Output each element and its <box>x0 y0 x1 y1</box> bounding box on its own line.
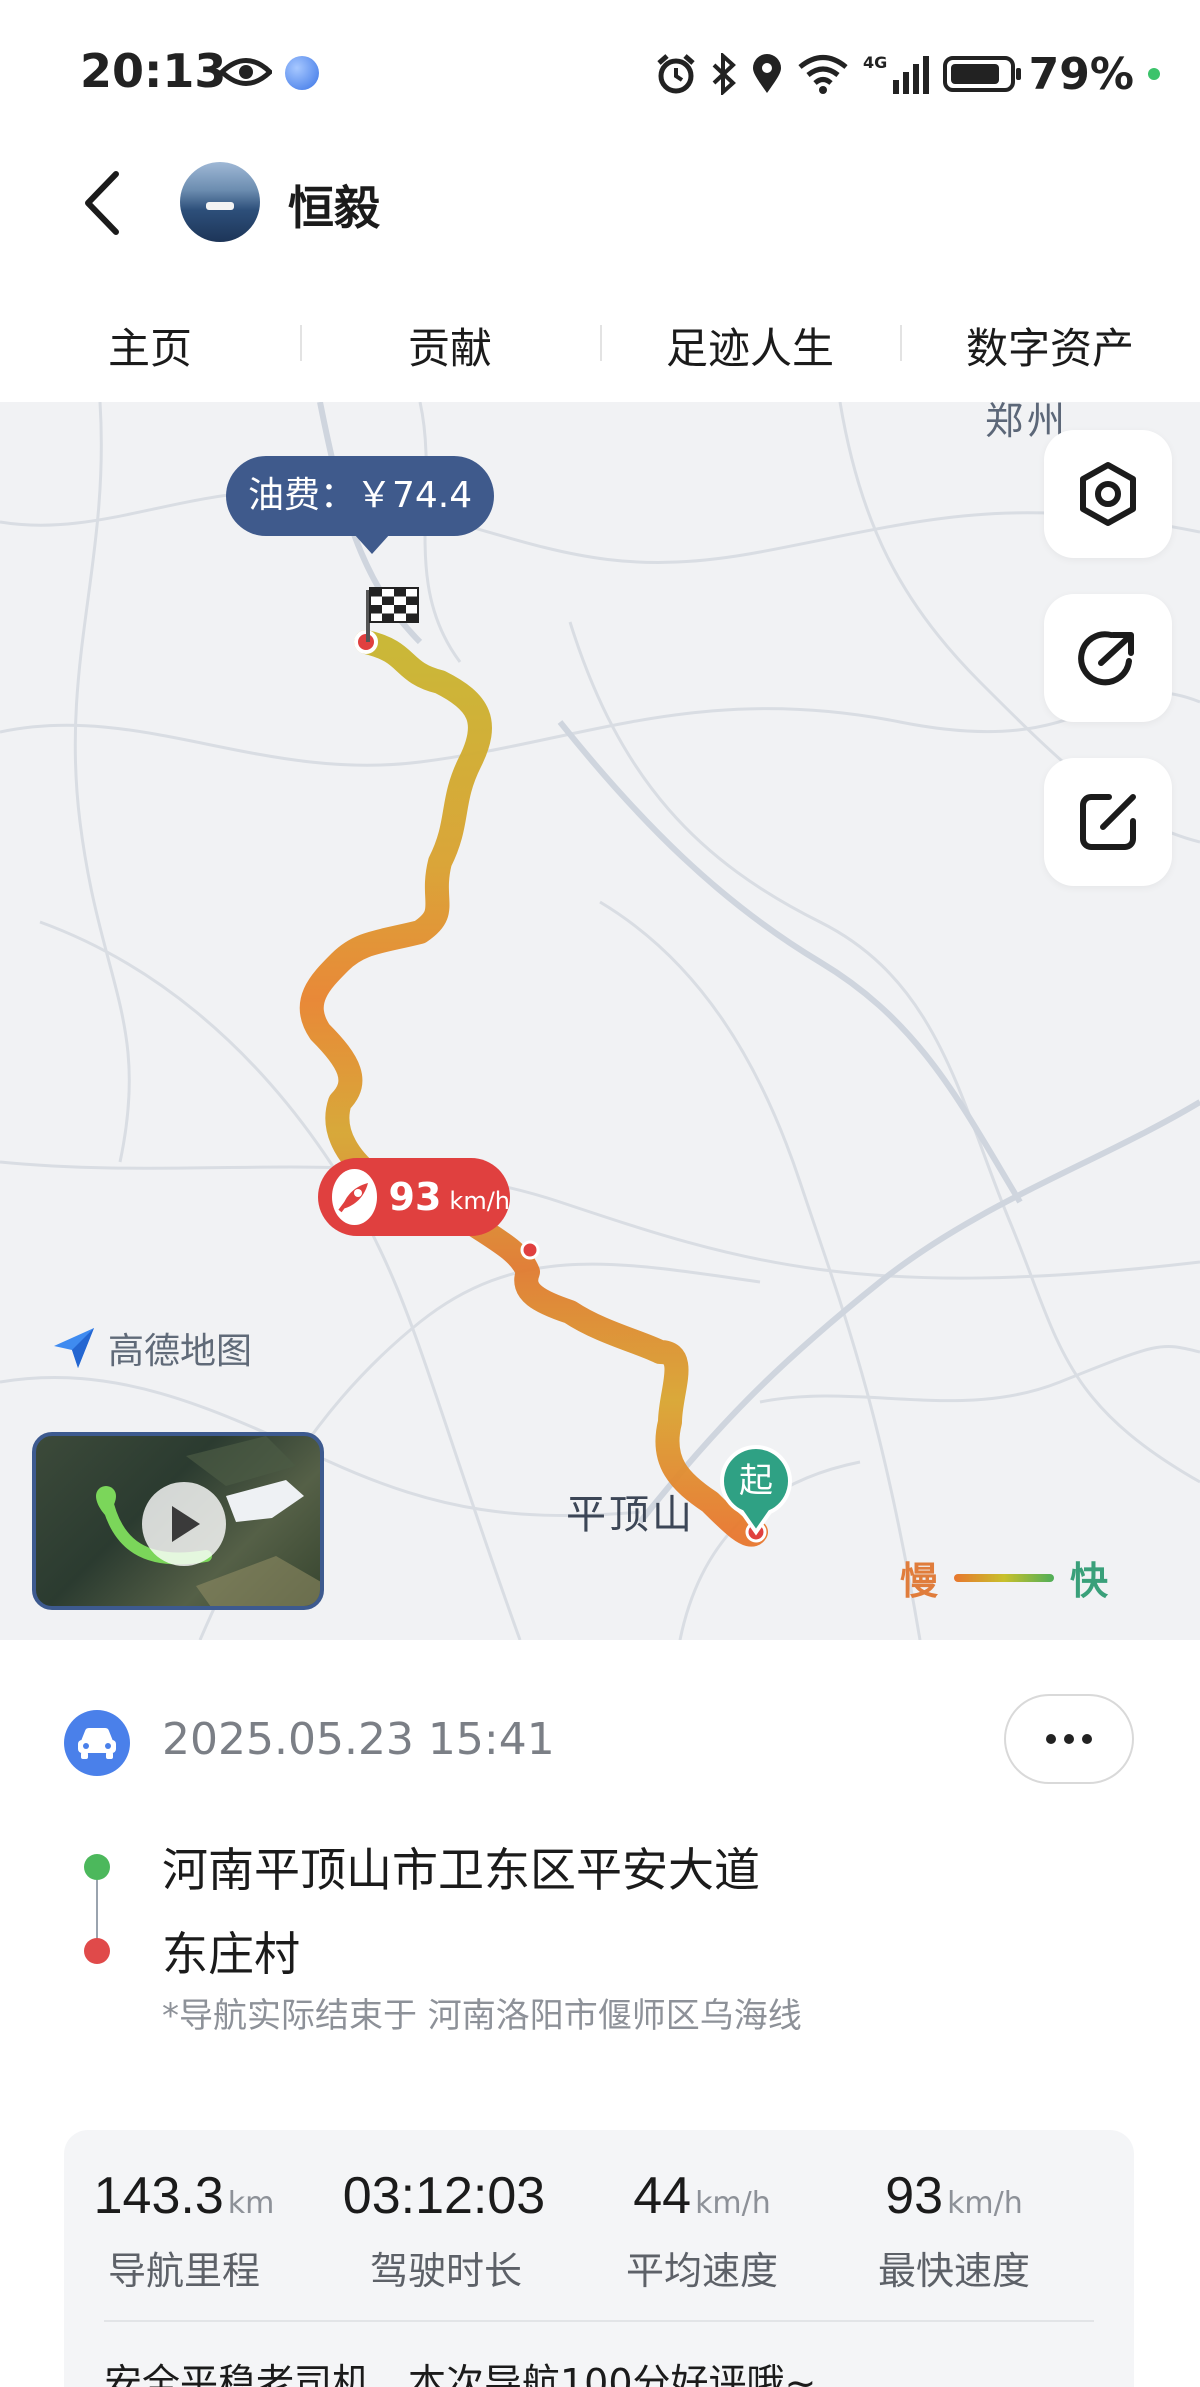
trip-detail-sheet: 2025.05.23 15:41 河南平顶山市卫东区平安大道 东庄村 *导航实际… <box>0 1640 1200 2387</box>
stat-distance-unit: km <box>227 2186 275 2221</box>
profile-header: 恒毅 <box>0 150 1200 290</box>
amap-logo: 高德地图 <box>50 1322 252 1374</box>
stat-average-speed: 44 km/h 平均速度 <box>582 2166 822 2295</box>
more-options-button[interactable] <box>1004 1694 1134 1784</box>
share-button[interactable] <box>1044 594 1172 722</box>
stat-average-speed-label: 平均速度 <box>625 2249 778 2293</box>
stat-distance-value: 143.3 <box>93 2167 224 2225</box>
battery-percent: 79% <box>1028 48 1134 100</box>
stat-average-speed-value: 44 <box>633 2167 692 2225</box>
tab-contribution[interactable]: 贡献 <box>300 315 600 376</box>
max-speed-value: 93 <box>388 1175 442 1219</box>
stat-distance: 143.3 km 导航里程 <box>64 2166 304 2295</box>
edit-button[interactable] <box>1044 758 1172 886</box>
stats-divider <box>104 2320 1094 2322</box>
start-marker-label: 起 <box>739 1461 773 1501</box>
max-speed-bubble: 93 km/h <box>318 1158 510 1236</box>
status-bar: 20:13 4G 79% <box>0 0 1200 150</box>
end-address: 东庄村 <box>162 1927 300 1981</box>
stat-duration-label: 驾驶时长 <box>369 2249 522 2293</box>
start-point-dot <box>84 1854 110 1880</box>
driving-review-text: 安全平稳老司机，本次导航100分好评哦~ <box>104 2361 817 2387</box>
4g-signal-icon: 4G <box>863 53 929 94</box>
end-point-dot <box>84 1938 110 1964</box>
stat-max-speed-label: 最快速度 <box>877 2249 1030 2293</box>
legend-gradient-bar <box>954 1573 1055 1582</box>
status-icons: 4G 79% <box>655 44 1160 104</box>
stat-average-speed-unit: km/h <box>695 2186 771 2221</box>
edit-icon <box>1080 794 1136 850</box>
eye-icon <box>220 58 272 86</box>
username: 恒毅 <box>288 181 380 235</box>
map-city-label: 平顶山 <box>566 1492 695 1538</box>
more-dots-icon <box>1046 1734 1056 1744</box>
max-speed-unit: km/h <box>449 1187 510 1215</box>
battery-icon <box>942 56 1021 92</box>
start-address: 河南平顶山市卫东区平安大道 <box>162 1843 760 1897</box>
rocket-icon <box>332 1169 377 1225</box>
bluetooth-icon <box>712 53 736 95</box>
stat-max-speed: 93 km/h 最快速度 <box>834 2166 1074 2295</box>
trip-datetime: 2025.05.23 15:41 <box>162 1714 555 1765</box>
avatar[interactable] <box>180 162 260 242</box>
stat-distance-label: 导航里程 <box>107 2249 260 2293</box>
tab-home[interactable]: 主页 <box>0 315 300 376</box>
trip-stats-card: 143.3 km 导航里程 03:12:03 驾驶时长 44 km/h 平均速度 9… <box>64 2130 1134 2387</box>
wifi-icon <box>798 55 848 94</box>
alarm-icon <box>657 54 695 94</box>
actual-end-note: *导航实际结束于 河南洛阳市偃师区乌海线 <box>162 1996 802 2036</box>
status-time: 20:13 <box>80 44 227 98</box>
fuel-cost-bubble: 油费：￥74.4 <box>226 456 495 554</box>
profile-tabs: 主页 贡献 足迹人生 数字资产 <box>0 290 1200 400</box>
route-map[interactable]: 起 郑州 平顶山 油费：￥74.4 93 km/h 高德地图 慢 快 <box>0 402 1200 1640</box>
svg-text:4G: 4G <box>863 53 887 72</box>
tab-footprint[interactable]: 足迹人生 <box>600 315 900 376</box>
stat-max-speed-value: 93 <box>885 2167 944 2225</box>
legend-fast: 快 <box>1070 1559 1109 1603</box>
route-video-thumbnail[interactable] <box>32 1432 324 1610</box>
stat-max-speed-unit: km/h <box>947 2186 1023 2221</box>
speed-legend: 慢 快 <box>900 1550 1108 1605</box>
tab-digital-assets[interactable]: 数字资产 <box>900 315 1200 376</box>
stat-duration-value: 03:12:03 <box>342 2167 546 2225</box>
amap-logo-icon <box>54 1328 94 1368</box>
location-icon <box>752 54 781 93</box>
amap-logo-text: 高德地图 <box>108 1331 253 1372</box>
back-icon[interactable] <box>78 168 128 238</box>
status-dot <box>1148 68 1160 80</box>
play-button[interactable] <box>142 1482 226 1566</box>
play-icon <box>172 1506 200 1542</box>
settings-button[interactable] <box>1044 430 1172 558</box>
stat-duration: 03:12:03 驾驶时长 <box>326 2166 566 2295</box>
hexagon-settings-icon <box>1080 462 1136 526</box>
share-icon <box>1078 631 1134 686</box>
car-icon <box>64 1710 130 1776</box>
planet-icon <box>285 56 319 90</box>
legend-slow: 慢 <box>900 1559 939 1603</box>
